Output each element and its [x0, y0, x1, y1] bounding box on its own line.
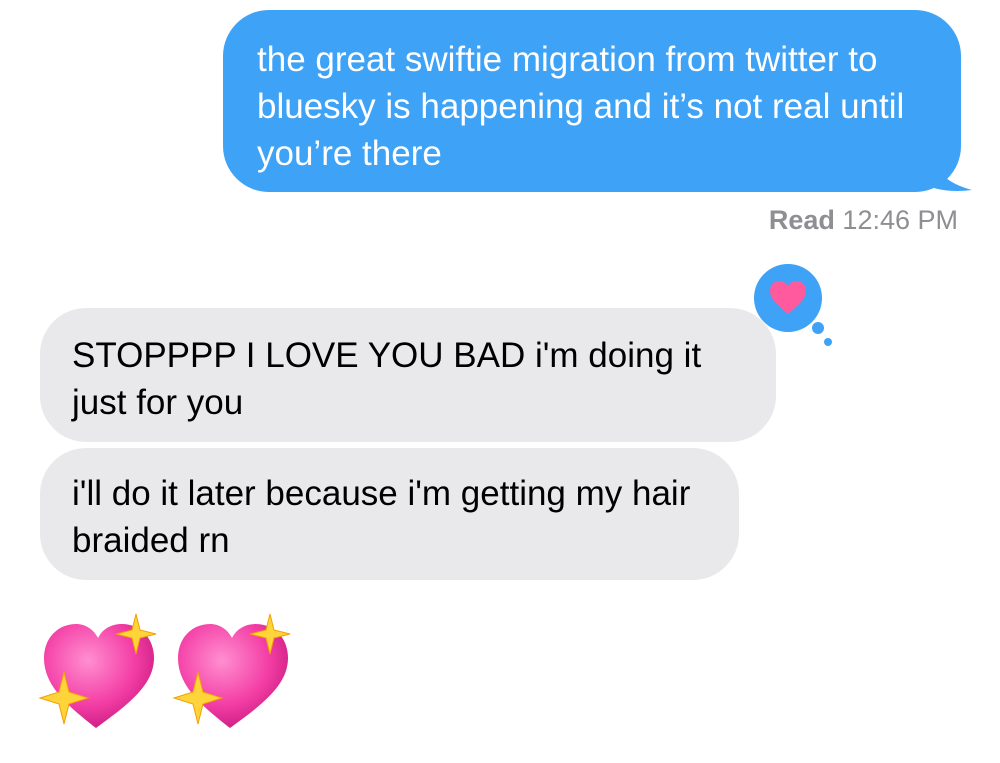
incoming-message-text: i'll do it later because i'm getting my … [72, 474, 691, 560]
incoming-message-bubble[interactable]: i'll do it later because i'm getting my … [40, 448, 739, 580]
sparkling-heart-icon [172, 613, 291, 728]
incoming-message-bubble[interactable]: STOPPPP I LOVE YOU BAD i'm doing it just… [40, 308, 776, 442]
incoming-message-text: STOPPPP I LOVE YOU BAD i'm doing it just… [72, 336, 702, 422]
outgoing-message-text: the great swiftie migration from twitter… [257, 40, 905, 173]
outgoing-message-bubble[interactable]: the great swiftie migration from twitter… [223, 10, 961, 192]
read-receipt: Read 12:46 PM [769, 205, 958, 236]
sparkling-heart-icon [38, 613, 157, 728]
read-label: Read [768, 205, 835, 235]
emoji-message[interactable] [38, 612, 338, 742]
read-time: 12:46 PM [842, 205, 958, 235]
